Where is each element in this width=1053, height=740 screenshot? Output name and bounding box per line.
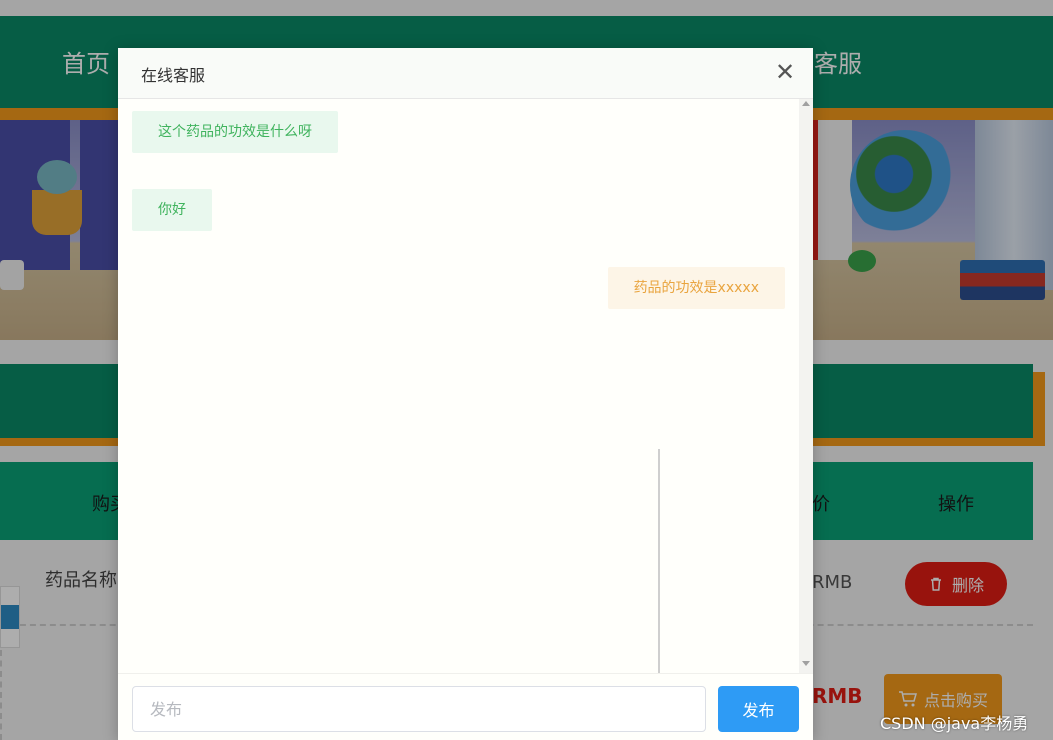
scroll-up-arrow-icon[interactable] [802,101,810,106]
dialog-header: 在线客服 ✕ [118,48,813,99]
message-input[interactable] [132,686,706,732]
composer-bar: 发布 [118,673,813,740]
customer-service-dialog: 在线客服 ✕ 这个药品的功效是什么呀 你好 药品的功效是xxxxx 发布 [118,48,813,740]
close-icon[interactable]: ✕ [773,59,797,85]
message-bubble-received: 你好 [132,189,212,231]
scrollbar[interactable] [799,99,813,673]
send-button[interactable]: 发布 [718,686,799,732]
dialog-title: 在线客服 [141,66,206,85]
ghost-outline [658,449,660,699]
watermark-text: CSDN @java李杨勇 [880,714,1029,733]
message-bubble-sent: 药品的功效是xxxxx [607,267,785,309]
message-list[interactable]: 这个药品的功效是什么呀 你好 药品的功效是xxxxx [118,99,813,673]
scroll-down-arrow-icon[interactable] [802,661,810,666]
message-bubble-received: 这个药品的功效是什么呀 [132,111,338,153]
